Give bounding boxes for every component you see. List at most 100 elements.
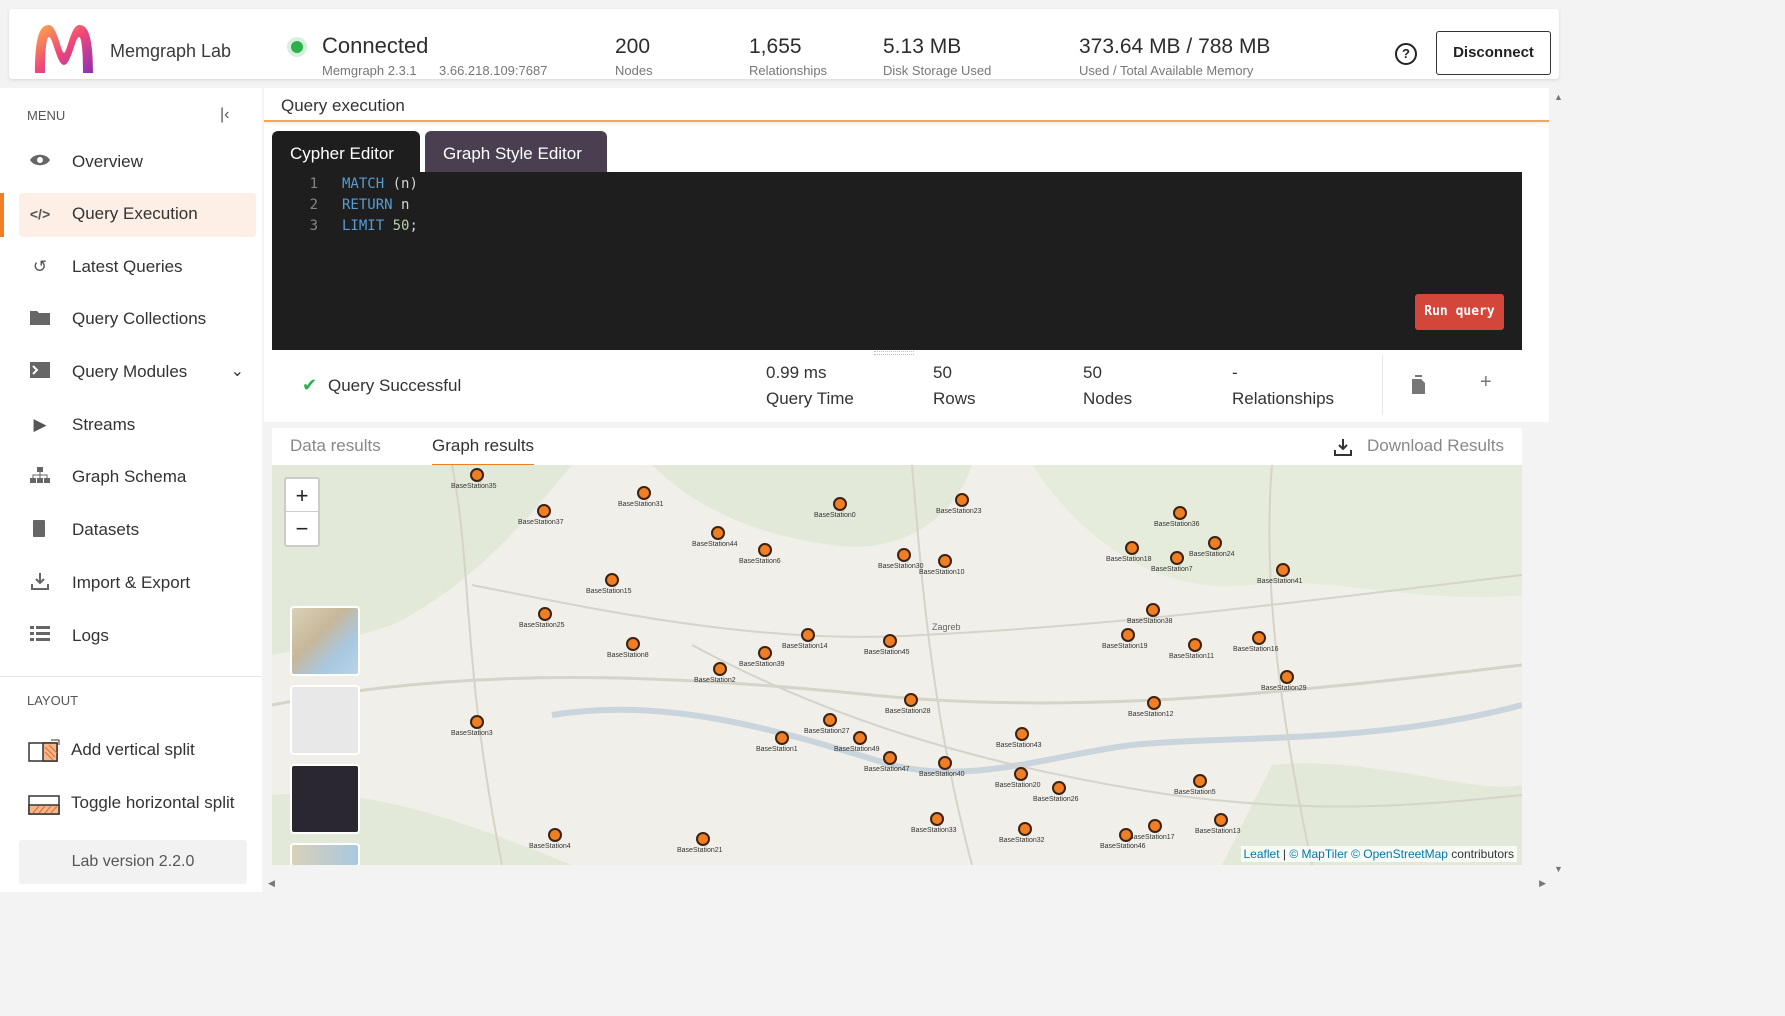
sidebar-item-overview[interactable]: Overview (19, 141, 256, 185)
collapse-sidebar-icon[interactable]: |‹ (220, 106, 229, 124)
graph-node[interactable] (1018, 822, 1032, 836)
sidebar-item-import-export[interactable]: Import & Export (19, 562, 256, 606)
graph-node[interactable] (1214, 813, 1228, 827)
map-style-light-thumbnail[interactable] (290, 685, 360, 755)
graph-node[interactable] (775, 731, 789, 745)
graph-node-label: BaseStation1 (756, 746, 798, 753)
leaflet-link[interactable]: Leaflet (1244, 847, 1280, 861)
scroll-left-icon[interactable]: ◀ (268, 878, 275, 889)
graph-node[interactable] (605, 573, 619, 587)
graph-node[interactable] (1148, 819, 1162, 833)
graph-node[interactable] (801, 628, 815, 642)
eye-icon (29, 152, 51, 172)
graph-node-label: BaseStation19 (1102, 643, 1148, 650)
graph-node-label: BaseStation4 (529, 843, 571, 850)
add-icon[interactable]: + (1480, 371, 1492, 394)
copy-icon[interactable] (1410, 375, 1426, 395)
graph-node[interactable] (1173, 506, 1187, 520)
graph-node[interactable] (833, 497, 847, 511)
disconnect-button[interactable]: Disconnect (1436, 31, 1551, 75)
graph-node[interactable] (626, 637, 640, 651)
line-number: 2 (309, 197, 318, 213)
graph-node[interactable] (853, 731, 867, 745)
graph-node[interactable] (1121, 628, 1135, 642)
graph-node[interactable] (1147, 696, 1161, 710)
metric-label: Rows (933, 389, 976, 408)
graph-node-label: BaseStation24 (1189, 551, 1235, 558)
graph-node[interactable] (1193, 774, 1207, 788)
tab-graph-style-editor[interactable]: Graph Style Editor (425, 131, 607, 172)
graph-node[interactable] (538, 607, 552, 621)
horizontal-scrollbar[interactable]: ◀ ▶ (264, 876, 1550, 892)
sidebar-item-query-modules[interactable]: Query Modules ⌄ (19, 351, 256, 395)
graph-node[interactable] (1208, 536, 1222, 550)
graph-node[interactable] (470, 468, 484, 482)
download-results-button[interactable]: Download Results (1367, 436, 1504, 456)
graph-node[interactable] (548, 828, 562, 842)
chevron-down-icon[interactable]: ⌄ (231, 361, 244, 381)
add-vertical-split-button[interactable]: Add vertical split (27, 733, 257, 769)
sidebar-item-datasets[interactable]: Datasets (19, 509, 256, 553)
graph-node[interactable] (713, 662, 727, 676)
graph-node[interactable] (1170, 551, 1184, 565)
graph-node[interactable] (938, 756, 952, 770)
graph-node[interactable] (537, 504, 551, 518)
tab-cypher-editor[interactable]: Cypher Editor (272, 131, 420, 172)
graph-node[interactable] (1052, 781, 1066, 795)
graph-node[interactable] (883, 634, 897, 648)
sidebar-item-query-collections[interactable]: Query Collections (19, 298, 256, 342)
map-style-terrain-thumbnail[interactable] (290, 843, 360, 865)
maptiler-link[interactable]: © MapTiler (1289, 847, 1347, 861)
graph-node[interactable] (637, 486, 651, 500)
graph-node[interactable] (955, 493, 969, 507)
graph-node[interactable] (1125, 541, 1139, 555)
zoom-out-button[interactable]: − (286, 512, 318, 545)
stat-memory-value: 373.64 MB / 788 MB (1079, 35, 1271, 58)
horizontal-split-icon (28, 795, 60, 815)
graph-node[interactable] (897, 548, 911, 562)
graph-node-label: BaseStation46 (1100, 843, 1146, 850)
graph-node[interactable] (696, 832, 710, 846)
graph-node[interactable] (1015, 727, 1029, 741)
sidebar-item-latest-queries[interactable]: ↺ Latest Queries (19, 246, 256, 290)
toggle-horizontal-split-button[interactable]: Toggle horizontal split (27, 786, 257, 822)
graph-node[interactable] (938, 554, 952, 568)
code-editor[interactable]: 1 MATCH (n) 2 RETURN n 3 LIMIT 50; Run q… (272, 172, 1522, 350)
sidebar-item-logs[interactable]: Logs (19, 615, 256, 659)
run-query-button[interactable]: Run query (1415, 294, 1504, 330)
scroll-up-icon[interactable]: ▲ (1554, 92, 1563, 102)
osm-link[interactable]: © OpenStreetMap (1351, 847, 1448, 861)
graph-node[interactable] (758, 543, 772, 557)
graph-node[interactable] (823, 713, 837, 727)
graph-node-label: BaseStation29 (1261, 685, 1307, 692)
graph-node[interactable] (904, 693, 918, 707)
graph-node[interactable] (1146, 603, 1160, 617)
sidebar-item-graph-schema[interactable]: Graph Schema (19, 456, 256, 500)
graph-node-label: BaseStation5 (1174, 789, 1216, 796)
tab-data-results[interactable]: Data results (290, 436, 381, 456)
graph-node[interactable] (930, 812, 944, 826)
stat-relationships-value: 1,655 (749, 35, 802, 58)
download-icon[interactable] (1334, 438, 1352, 456)
tab-graph-results[interactable]: Graph results (432, 436, 535, 466)
graph-node[interactable] (711, 526, 725, 540)
scroll-down-icon[interactable]: ▼ (1554, 864, 1563, 874)
graph-node[interactable] (470, 715, 484, 729)
graph-node[interactable] (1252, 631, 1266, 645)
sidebar-item-streams[interactable]: ▶ Streams (19, 404, 256, 448)
graph-node[interactable] (1276, 563, 1290, 577)
graph-node[interactable] (758, 646, 772, 660)
help-icon[interactable]: ? (1395, 43, 1417, 65)
sidebar-item-query-execution[interactable]: </> Query Execution (19, 193, 256, 237)
graph-node[interactable] (1119, 828, 1133, 842)
graph-map[interactable]: Zagreb + − BaseStation35 BaseStation31 Bas… (272, 465, 1522, 865)
map-style-satellite-thumbnail[interactable] (290, 606, 360, 676)
graph-node[interactable] (1188, 638, 1202, 652)
map-style-dark-thumbnail[interactable] (290, 764, 360, 834)
scroll-right-icon[interactable]: ▶ (1539, 878, 1546, 889)
zoom-in-button[interactable]: + (286, 479, 318, 512)
graph-node[interactable] (1280, 670, 1294, 684)
vertical-scrollbar[interactable]: ▲ ▼ (1550, 88, 1568, 878)
graph-node[interactable] (1014, 767, 1028, 781)
graph-node[interactable] (883, 751, 897, 765)
